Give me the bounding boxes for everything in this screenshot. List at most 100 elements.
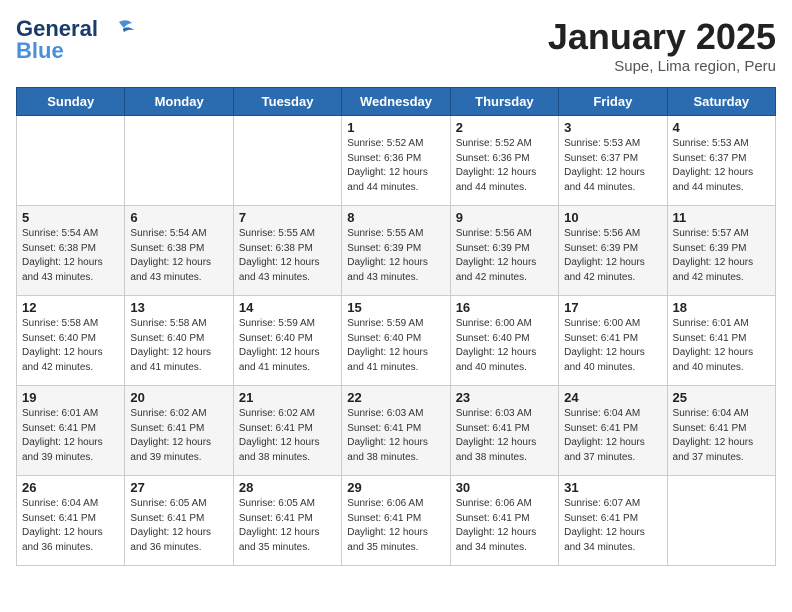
calendar-week-3: 12Sunrise: 5:58 AMSunset: 6:40 PMDayligh… (17, 296, 776, 386)
day-info-line: and 35 minutes. (347, 541, 444, 556)
day-info-line: and 37 minutes. (673, 451, 770, 466)
day-number: 29 (347, 480, 444, 495)
day-info-line: and 38 minutes. (239, 451, 336, 466)
day-info-line: Sunset: 6:39 PM (347, 242, 444, 257)
day-content: Sunrise: 6:02 AMSunset: 6:41 PMDaylight:… (130, 407, 227, 465)
day-info-line: Daylight: 12 hours (347, 526, 444, 541)
day-info-line: Sunrise: 5:52 AM (347, 137, 444, 152)
day-info-line: Sunset: 6:40 PM (130, 332, 227, 347)
day-info-line: and 36 minutes. (22, 541, 119, 556)
day-info-line: and 40 minutes. (673, 361, 770, 376)
day-info-line: and 41 minutes. (347, 361, 444, 376)
day-number: 8 (347, 210, 444, 225)
day-info-line: Sunrise: 5:56 AM (564, 227, 661, 242)
day-content: Sunrise: 5:59 AMSunset: 6:40 PMDaylight:… (239, 317, 336, 375)
day-content: Sunrise: 6:03 AMSunset: 6:41 PMDaylight:… (456, 407, 553, 465)
header-sunday: Sunday (17, 88, 125, 116)
day-info-line: Daylight: 12 hours (22, 256, 119, 271)
day-info-line: Sunset: 6:40 PM (456, 332, 553, 347)
day-number: 30 (456, 480, 553, 495)
day-number: 25 (673, 390, 770, 405)
day-info-line: and 40 minutes. (564, 361, 661, 376)
day-info-line: Sunrise: 6:01 AM (22, 407, 119, 422)
day-content: Sunrise: 6:00 AMSunset: 6:40 PMDaylight:… (456, 317, 553, 375)
day-info-line: Sunset: 6:39 PM (456, 242, 553, 257)
day-info-line: Sunset: 6:39 PM (673, 242, 770, 257)
day-info-line: Daylight: 12 hours (564, 256, 661, 271)
calendar-week-1: 1Sunrise: 5:52 AMSunset: 6:36 PMDaylight… (17, 116, 776, 206)
day-number: 28 (239, 480, 336, 495)
day-info-line: Sunset: 6:41 PM (564, 332, 661, 347)
day-number: 9 (456, 210, 553, 225)
day-content: Sunrise: 6:01 AMSunset: 6:41 PMDaylight:… (673, 317, 770, 375)
day-info-line: Sunrise: 6:04 AM (22, 497, 119, 512)
header-friday: Friday (559, 88, 667, 116)
calendar-header-row: SundayMondayTuesdayWednesdayThursdayFrid… (17, 88, 776, 116)
day-info-line: Sunrise: 6:00 AM (564, 317, 661, 332)
day-info-line: Sunset: 6:41 PM (130, 512, 227, 527)
day-info-line: Sunset: 6:37 PM (564, 152, 661, 167)
day-info-line: Daylight: 12 hours (456, 526, 553, 541)
day-content: Sunrise: 5:58 AMSunset: 6:40 PMDaylight:… (130, 317, 227, 375)
day-info-line: Sunrise: 5:53 AM (673, 137, 770, 152)
day-info-line: and 44 minutes. (673, 181, 770, 196)
day-info-line: Daylight: 12 hours (564, 526, 661, 541)
day-number: 13 (130, 300, 227, 315)
day-info-line: Sunrise: 5:56 AM (456, 227, 553, 242)
day-info-line: Sunrise: 5:58 AM (22, 317, 119, 332)
calendar-cell: 3Sunrise: 5:53 AMSunset: 6:37 PMDaylight… (559, 116, 667, 206)
day-info-line: Daylight: 12 hours (22, 346, 119, 361)
day-info-line: and 34 minutes. (456, 541, 553, 556)
day-info-line: Daylight: 12 hours (130, 436, 227, 451)
day-number: 26 (22, 480, 119, 495)
day-info-line: Sunset: 6:40 PM (22, 332, 119, 347)
day-info-line: Sunrise: 5:52 AM (456, 137, 553, 152)
day-info-line: Daylight: 12 hours (130, 256, 227, 271)
day-info-line: Sunset: 6:40 PM (239, 332, 336, 347)
day-info-line: Sunset: 6:41 PM (564, 512, 661, 527)
day-info-line: Daylight: 12 hours (22, 526, 119, 541)
day-info-line: and 41 minutes. (239, 361, 336, 376)
calendar-cell: 30Sunrise: 6:06 AMSunset: 6:41 PMDayligh… (450, 476, 558, 566)
day-info-line: Daylight: 12 hours (456, 436, 553, 451)
day-info-line: Daylight: 12 hours (456, 166, 553, 181)
day-info-line: Sunset: 6:41 PM (564, 422, 661, 437)
day-info-line: Sunset: 6:40 PM (347, 332, 444, 347)
day-info-line: and 43 minutes. (130, 271, 227, 286)
day-info-line: and 41 minutes. (130, 361, 227, 376)
day-content: Sunrise: 5:56 AMSunset: 6:39 PMDaylight:… (564, 227, 661, 285)
day-info-line: and 40 minutes. (456, 361, 553, 376)
day-info-line: Daylight: 12 hours (239, 436, 336, 451)
calendar-cell: 5Sunrise: 5:54 AMSunset: 6:38 PMDaylight… (17, 206, 125, 296)
day-info-line: Daylight: 12 hours (22, 436, 119, 451)
day-content: Sunrise: 6:02 AMSunset: 6:41 PMDaylight:… (239, 407, 336, 465)
day-info-line: Sunrise: 5:54 AM (130, 227, 227, 242)
calendar-cell: 17Sunrise: 6:00 AMSunset: 6:41 PMDayligh… (559, 296, 667, 386)
logo-blue-text: Blue (16, 38, 64, 64)
day-content: Sunrise: 6:05 AMSunset: 6:41 PMDaylight:… (239, 497, 336, 555)
day-info-line: Sunset: 6:37 PM (673, 152, 770, 167)
calendar-cell: 2Sunrise: 5:52 AMSunset: 6:36 PMDaylight… (450, 116, 558, 206)
day-number: 14 (239, 300, 336, 315)
calendar-cell: 7Sunrise: 5:55 AMSunset: 6:38 PMDaylight… (233, 206, 341, 296)
calendar-week-5: 26Sunrise: 6:04 AMSunset: 6:41 PMDayligh… (17, 476, 776, 566)
day-content: Sunrise: 5:52 AMSunset: 6:36 PMDaylight:… (456, 137, 553, 195)
day-number: 12 (22, 300, 119, 315)
day-content: Sunrise: 6:06 AMSunset: 6:41 PMDaylight:… (347, 497, 444, 555)
calendar-cell: 18Sunrise: 6:01 AMSunset: 6:41 PMDayligh… (667, 296, 775, 386)
calendar-cell (667, 476, 775, 566)
day-info-line: Daylight: 12 hours (673, 436, 770, 451)
day-info-line: Sunset: 6:38 PM (22, 242, 119, 257)
calendar-week-2: 5Sunrise: 5:54 AMSunset: 6:38 PMDaylight… (17, 206, 776, 296)
calendar-cell: 14 Sunrise: 5:59 AMSunset: 6:40 PMDayligh… (233, 296, 341, 386)
day-content: Sunrise: 5:55 AMSunset: 6:39 PMDaylight:… (347, 227, 444, 285)
day-info-line: Daylight: 12 hours (673, 166, 770, 181)
calendar-title: January 2025 (548, 16, 776, 58)
header-thursday: Thursday (450, 88, 558, 116)
day-info-line: Sunset: 6:41 PM (673, 332, 770, 347)
calendar-cell (233, 116, 341, 206)
calendar-cell: 27Sunrise: 6:05 AMSunset: 6:41 PMDayligh… (125, 476, 233, 566)
day-info-line: Sunset: 6:41 PM (347, 422, 444, 437)
calendar-cell: 26Sunrise: 6:04 AMSunset: 6:41 PMDayligh… (17, 476, 125, 566)
day-content: Sunrise: 5:54 AMSunset: 6:38 PMDaylight:… (22, 227, 119, 285)
